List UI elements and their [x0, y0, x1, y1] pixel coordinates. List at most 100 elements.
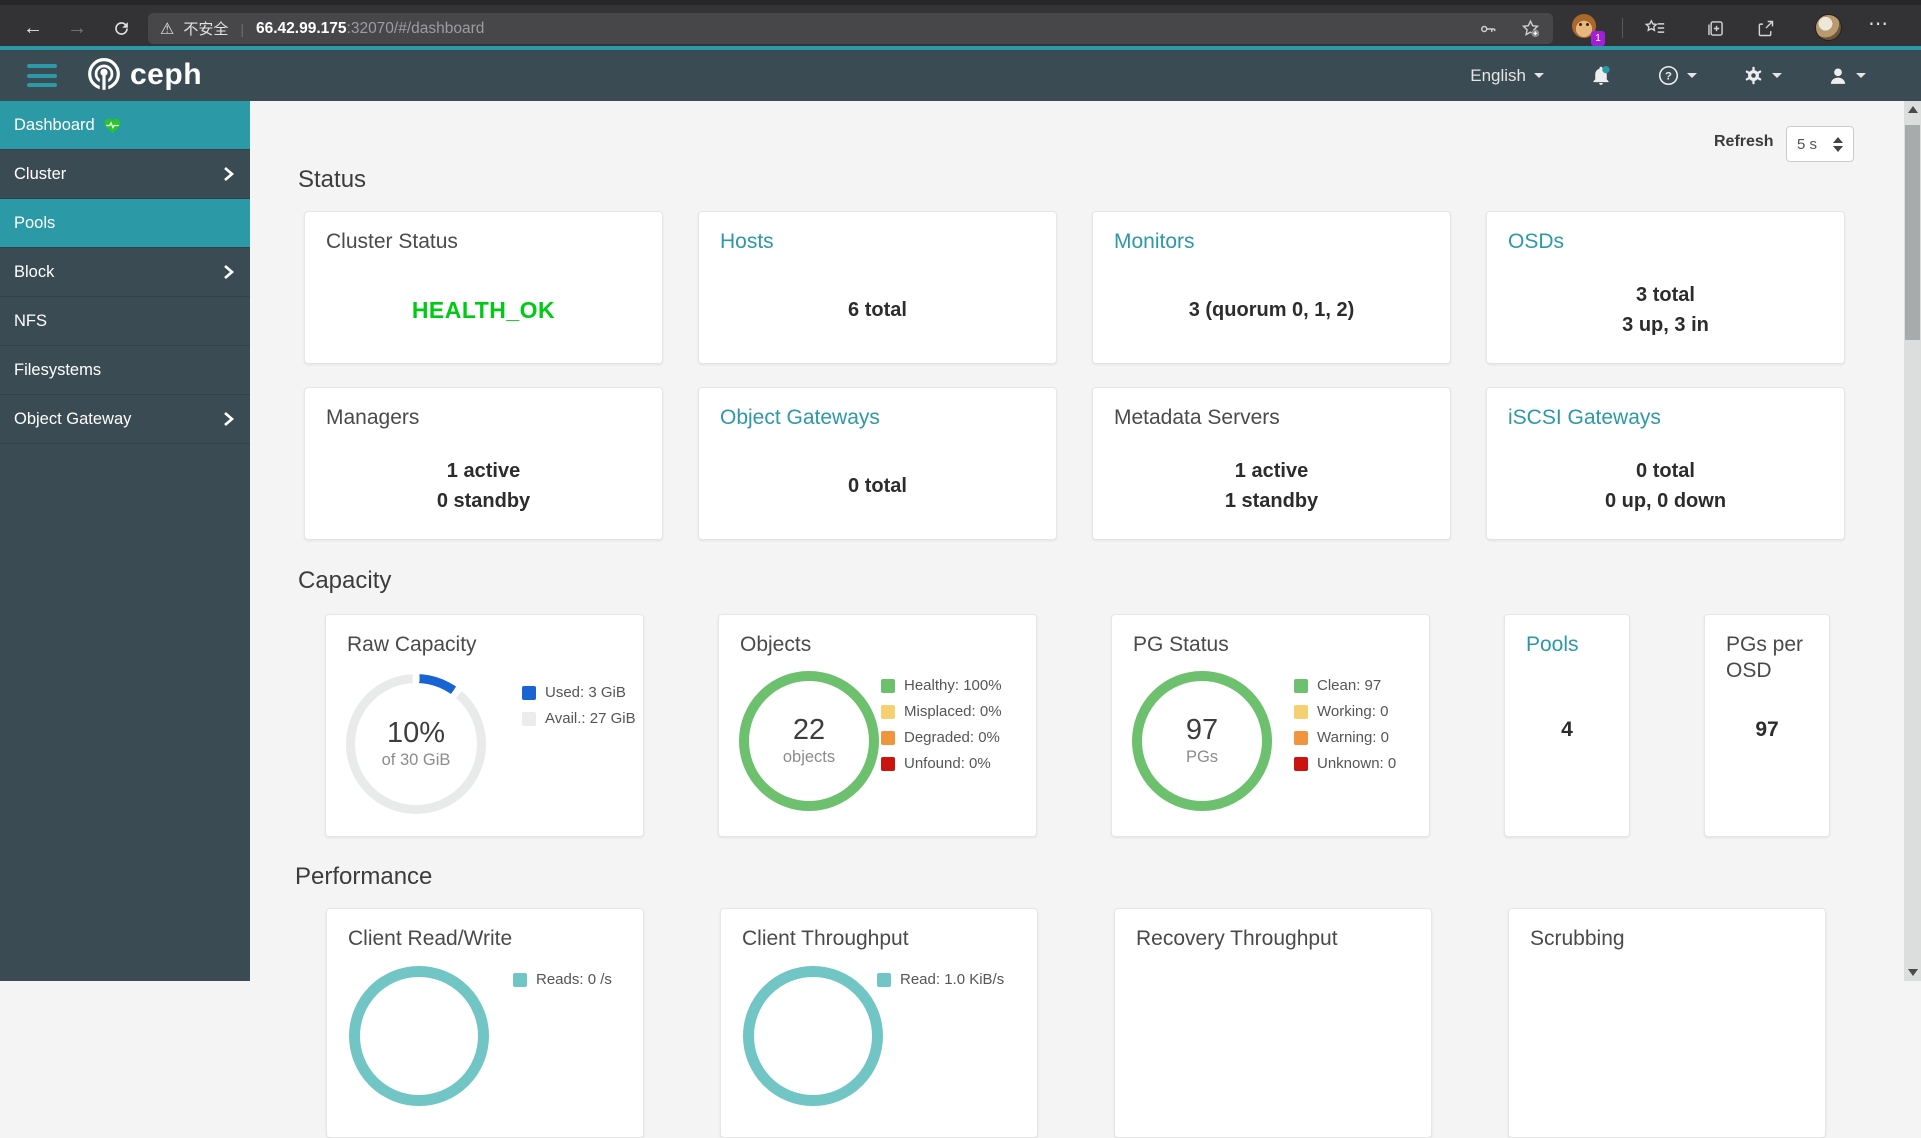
pools-card: Pools 4: [1504, 614, 1630, 837]
browser-back-button[interactable]: ←: [18, 13, 48, 43]
legend-item: Degraded: 0%: [881, 729, 1002, 746]
legend-label: Used: 3 GiB: [545, 684, 626, 701]
chevron-down-icon: [1772, 73, 1782, 78]
collections-icon[interactable]: [1700, 13, 1730, 43]
legend-swatch: [1294, 678, 1308, 693]
objects-count: 22: [792, 714, 826, 746]
sidebar-item-label: Object Gateway: [14, 409, 132, 428]
client-throughput-legend: Read: 1.0 KiB/s: [877, 971, 1004, 988]
raw-capacity-total: of 30 GiB: [381, 751, 451, 769]
language-label: English: [1470, 65, 1526, 85]
favorites-bar-icon[interactable]: [1640, 13, 1670, 43]
page-scrollbar[interactable]: [1904, 101, 1921, 981]
address-bar[interactable]: ⚠ 不安全 | 66.42.99.175:32070/#/dashboard: [148, 13, 1553, 44]
osds-card: OSDs 3 total 3 up, 3 in: [1486, 211, 1845, 364]
pg-sub: PGs: [1185, 748, 1219, 766]
iscsi-up-down: 0 up, 0 down: [1604, 490, 1727, 512]
sidebar-item-pools[interactable]: Pools: [0, 199, 250, 248]
card-title: PG Status: [1133, 633, 1229, 656]
objects-legend: Healthy: 100% Misplaced: 0% Degraded: 0%…: [881, 677, 1002, 772]
settings-dropdown[interactable]: [1743, 65, 1782, 86]
share-icon[interactable]: [1750, 13, 1780, 43]
hamburger-menu-icon[interactable]: [27, 64, 57, 87]
status-section-heading: Status: [298, 166, 367, 193]
legend-label: Read: 1.0 KiB/s: [900, 971, 1005, 988]
legend-swatch: [881, 678, 895, 693]
ceph-brand: ceph: [86, 57, 202, 93]
status-row-1: Cluster Status HEALTH_OK Hosts 6 total M…: [304, 211, 1845, 364]
iscsi-gateways-link[interactable]: iSCSI Gateways: [1487, 388, 1844, 431]
legend-label: Avail.: 27 GiB: [545, 710, 636, 727]
raw-capacity-donut: 10% of 30 GiB: [346, 674, 486, 814]
objects-card: Objects 22 objects Healthy: 100% Misplac…: [718, 614, 1037, 837]
password-key-icon[interactable]: [1478, 19, 1498, 39]
legend-item: Unknown: 0: [1294, 755, 1396, 772]
browser-refresh-button[interactable]: [106, 13, 136, 43]
managers-standby: 0 standby: [436, 490, 531, 512]
legend-swatch: [522, 711, 536, 726]
legend-item: Working: 0: [1294, 703, 1396, 720]
raw-capacity-legend: Used: 3 GiB Avail.: 27 GiB: [522, 684, 636, 727]
pg-count: 97: [1185, 714, 1219, 746]
scrollbar-up-arrow[interactable]: [1904, 101, 1921, 118]
legend-swatch: [1294, 730, 1308, 745]
pools-count: 4: [1561, 718, 1573, 741]
sidebar-item-object-gateway[interactable]: Object Gateway: [0, 395, 250, 444]
scrollbar-down-arrow[interactable]: [1904, 964, 1921, 981]
notifications-button[interactable]: [1590, 64, 1612, 87]
refresh-interval-select[interactable]: 5 s: [1786, 126, 1854, 162]
legend-item: Used: 3 GiB: [522, 684, 636, 701]
not-secure-label: 不安全: [183, 21, 229, 38]
object-gateways-link[interactable]: Object Gateways: [699, 388, 1056, 431]
legend-item: Healthy: 100%: [881, 677, 1002, 694]
legend-label: Reads: 0 /s: [536, 971, 612, 988]
url-path: :32070/#/dashboard: [346, 19, 485, 37]
browser-profile-avatar[interactable]: [1815, 14, 1842, 41]
sidebar-item-label: Pools: [14, 213, 56, 232]
mds-active: 1 active: [1234, 460, 1309, 482]
ceph-navbar: ceph English ?: [0, 50, 1921, 101]
client-throughput-card: Client Throughput Read: 1.0 KiB/s: [720, 908, 1038, 1138]
monitors-link[interactable]: Monitors: [1093, 212, 1450, 255]
sidebar-item-filesystems[interactable]: Filesystems: [0, 346, 250, 395]
browser-forward-button[interactable]: →: [62, 13, 92, 43]
language-dropdown[interactable]: English: [1470, 66, 1544, 86]
legend-swatch: [522, 685, 536, 700]
osds-link[interactable]: OSDs: [1487, 212, 1844, 255]
legend-swatch: [1294, 704, 1308, 719]
scrollbar-thumb[interactable]: [1905, 125, 1920, 340]
extension-monkey-icon[interactable]: 1: [1572, 14, 1605, 46]
user-dropdown[interactable]: [1828, 66, 1866, 86]
capacity-section-heading: Capacity: [298, 567, 392, 594]
sidebar-item-nfs[interactable]: NFS: [0, 297, 250, 346]
raw-capacity-percent: 10%: [386, 717, 446, 749]
pools-link[interactable]: Pools: [1505, 615, 1629, 658]
help-dropdown[interactable]: ?: [1658, 65, 1697, 86]
browser-menu-icon[interactable]: ⋯: [1868, 11, 1889, 36]
legend-swatch: [513, 972, 527, 987]
sidebar-item-label: NFS: [14, 311, 47, 330]
object-gateways-card: Object Gateways 0 total: [698, 387, 1057, 540]
pg-status-donut: 97 PGs: [1132, 671, 1272, 811]
add-favorite-star-icon[interactable]: [1520, 18, 1541, 39]
raw-capacity-card: Raw Capacity 10% of 30 GiB Used: 3 GiB A…: [325, 614, 644, 837]
sidebar: Dashboard Cluster Pools Block NFS Filesy…: [0, 101, 250, 981]
iscsi-total: 0 total: [1636, 460, 1695, 482]
legend-item: Reads: 0 /s: [513, 971, 612, 988]
metadata-servers-card: Metadata Servers 1 active 1 standby: [1092, 387, 1451, 540]
legend-item: Warning: 0: [1294, 729, 1396, 746]
card-title: Cluster Status: [326, 230, 458, 253]
legend-label: Clean: 97: [1317, 677, 1382, 694]
objects-sub: objects: [782, 748, 836, 766]
sidebar-item-block[interactable]: Block: [0, 248, 250, 297]
sidebar-item-dashboard[interactable]: Dashboard: [0, 101, 250, 150]
hosts-link[interactable]: Hosts: [699, 212, 1056, 255]
card-title: Client Throughput: [742, 927, 909, 950]
url-host: 66.42.99.175: [256, 19, 347, 37]
ceph-logo-icon: [88, 58, 120, 93]
sidebar-item-cluster[interactable]: Cluster: [0, 150, 250, 199]
chevron-right-icon: [224, 265, 234, 279]
card-title: Metadata Servers: [1114, 406, 1280, 429]
card-title: PGs per OSD: [1726, 633, 1804, 683]
gear-icon: [1745, 66, 1762, 85]
